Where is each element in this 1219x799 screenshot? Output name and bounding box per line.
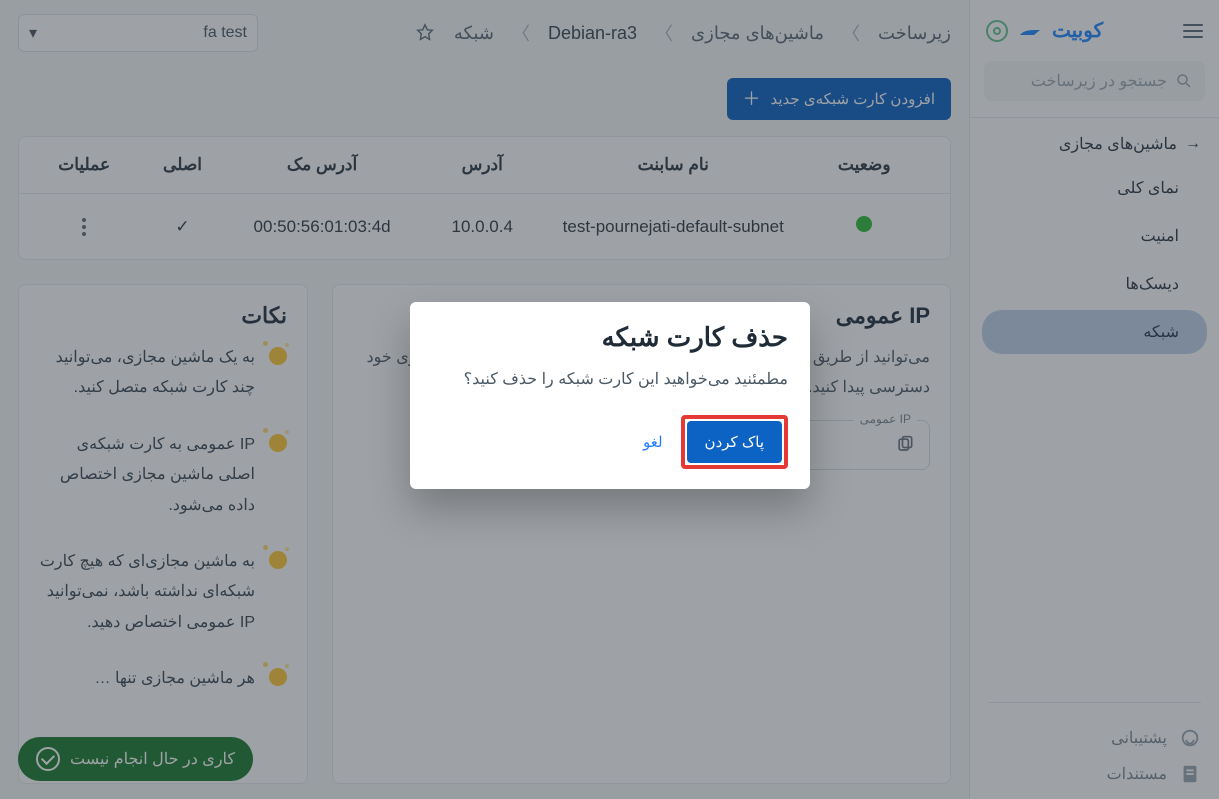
confirm-highlight: پاک کردن: [681, 415, 788, 469]
modal-scrim[interactable]: حذف کارت شبکه مطمئنید می‌خواهید این کارت…: [0, 0, 1219, 799]
dialog-actions: پاک کردن لغو: [432, 415, 788, 469]
confirm-delete-button[interactable]: پاک کردن: [687, 421, 782, 463]
dialog-message: مطمئنید می‌خواهید این کارت شبکه را حذف ک…: [432, 369, 788, 389]
delete-nic-dialog: حذف کارت شبکه مطمئنید می‌خواهید این کارت…: [410, 302, 810, 489]
cancel-button[interactable]: لغو: [643, 433, 663, 451]
dialog-title: حذف کارت شبکه: [432, 322, 788, 353]
